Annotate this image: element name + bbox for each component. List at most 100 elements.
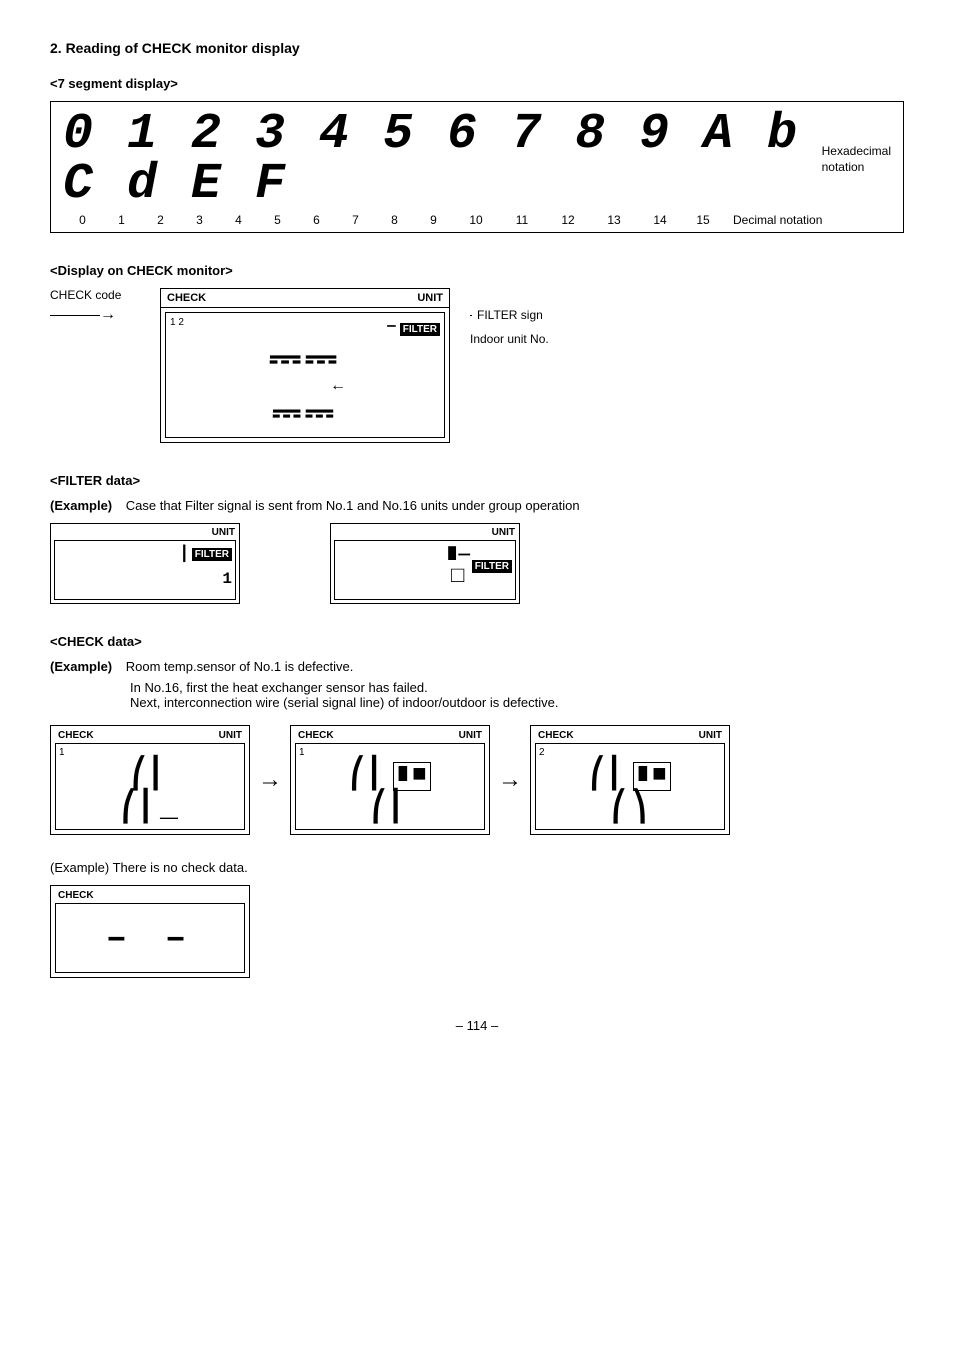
page-heading: 2. Reading of CHECK monitor display <box>50 40 904 56</box>
no-check-box: CHECK – – <box>50 885 250 978</box>
filter-box1-num: 1 <box>222 570 232 588</box>
filter-boxes-row: UNIT | FILTER 1 UNIT ∎⎯ <box>50 523 904 604</box>
dec-12: 12 <box>545 213 591 227</box>
dec-9: 9 <box>414 213 453 227</box>
check-box2-unit-label: UNIT <box>459 730 482 741</box>
no-check-inner: – – <box>55 903 245 973</box>
filter-box1-header: UNIT <box>53 526 237 539</box>
check-box3-unit-label: UNIT <box>699 730 722 741</box>
section4-title: <CHECK data> <box>50 634 904 649</box>
hex-notation-label: Hexadecimalnotation <box>822 144 891 175</box>
dec-4: 4 <box>219 213 258 227</box>
no-check-label-line: (Example) There is no check data. <box>50 860 904 875</box>
page-number: – 114 – <box>50 1018 904 1033</box>
check-box2-num: 1 <box>299 747 481 760</box>
dec-11: 11 <box>499 213 545 227</box>
arrow-2: → <box>498 766 522 794</box>
no-check-section: (Example) There is no check data. CHECK … <box>50 860 904 978</box>
check-box2-header: CHECK UNIT <box>294 729 486 742</box>
check-box2-upper: ⎛⎜ ∎■ <box>299 760 481 793</box>
dec-14: 14 <box>637 213 683 227</box>
check-box2-inner: 1 ⎛⎜ ∎■ ⎛⎜ <box>295 743 485 830</box>
decimal-row: 0 1 2 3 4 5 6 7 8 9 10 11 12 13 14 15 De… <box>63 213 891 227</box>
check-box-3: CHECK UNIT 2 ⎛⎜ ∎■ ⎛⎞ <box>530 725 730 835</box>
dec-1: 1 <box>102 213 141 227</box>
filter-box2-header: UNIT <box>333 526 517 539</box>
filter-example-line: (Example) Case that Filter signal is sen… <box>50 498 904 513</box>
filter-box2-filter-line: ∎⎯ □ FILTER <box>445 544 512 588</box>
filter-box-2: UNIT ∎⎯ □ FILTER <box>330 523 520 604</box>
indoor-unit-no-line: Indoor unit No. <box>470 332 549 346</box>
check-box2-lower: ⎛⎜ <box>299 793 481 826</box>
check-box3-inner: 2 ⎛⎜ ∎■ ⎛⎞ <box>535 743 725 830</box>
dec-8: 8 <box>375 213 414 227</box>
check-example-header: (Example) Room temp.sensor of No.1 is de… <box>50 659 904 674</box>
section1-title: <7 segment display> <box>50 76 904 91</box>
monitor-sub-num: 1 2 <box>170 317 184 328</box>
segment-row: 0 1 2 3 4 5 6 7 8 9 A b C d E F Hexadeci… <box>63 110 891 210</box>
filter-box1-filter-line: | FILTER <box>179 544 232 564</box>
filter-box1-unit-label: UNIT <box>212 527 235 538</box>
dec-3: 3 <box>180 213 219 227</box>
dec-6: 6 <box>297 213 336 227</box>
filter-box2-badge: FILTER <box>472 560 512 573</box>
example-label-filter: (Example) <box>50 498 112 513</box>
filter-box2-inner: ∎⎯ □ FILTER <box>334 540 516 600</box>
check-box1-header: CHECK UNIT <box>54 729 246 742</box>
check-box2-check-label: CHECK <box>298 730 334 741</box>
dec-7: 7 <box>336 213 375 227</box>
no-check-header: CHECK <box>54 889 246 902</box>
unit-arrow: ⁻ <box>386 317 397 342</box>
filter-sign-line: FILTER sign <box>470 308 549 322</box>
check-box-2: CHECK UNIT 1 ⎛⎜ ∎■ ⎛⎜ <box>290 725 490 835</box>
filter-example-text: Case that Filter signal is sent from No.… <box>126 498 580 513</box>
unit-label-header: UNIT <box>417 292 443 304</box>
filter-badge-area: ⁻ FILTER <box>386 317 440 342</box>
dec-0: 0 <box>63 213 102 227</box>
check-box-1: CHECK UNIT 1 ⎛⎜ ⎛⎜_ <box>50 725 250 835</box>
monitor-box: CHECK UNIT 1 2 ⁻ FILTER ⎓⎓ ← <box>160 288 450 443</box>
dec-5: 5 <box>258 213 297 227</box>
monitor-inner-box: 1 2 ⁻ FILTER ⎓⎓ ← ⎓⎓ <box>165 312 445 438</box>
check-example-text3: Next, interconnection wire (serial signa… <box>130 695 904 710</box>
arrow-1: → <box>258 766 282 794</box>
dec-2: 2 <box>141 213 180 227</box>
filter-box1-unit-num: 1 <box>222 564 232 591</box>
check-box3-check-label: CHECK <box>538 730 574 741</box>
decimal-notation-label: Decimal notation <box>733 213 822 227</box>
dash-display: – – <box>106 918 195 959</box>
check-box1-inner: 1 ⎛⎜ ⎛⎜_ <box>55 743 245 830</box>
filter-box2-unit-label: UNIT <box>492 527 515 538</box>
monitor-outer-header: CHECK UNIT <box>161 289 449 308</box>
upper-seg-display: ⎓⎓ <box>170 342 440 382</box>
check-box3-upper: ⎛⎜ ∎■ <box>539 760 721 793</box>
check-box1-lower: ⎛⎜_ <box>59 793 241 826</box>
check-box1-check-label: CHECK <box>58 730 94 741</box>
monitor-display-area: CHECK code → CHECK UNIT 1 2 ⁻ FILTER <box>50 288 904 443</box>
check-box3-lower: ⎛⎞ <box>539 793 721 826</box>
no-check-label: (Example) There is no check data. <box>50 860 248 875</box>
check-box3-header: CHECK UNIT <box>534 729 726 742</box>
monitor-labels: FILTER sign Indoor unit No. <box>470 288 549 346</box>
lower-seg-display: ⎓⎓ <box>170 397 440 433</box>
filter-box1-badge: FILTER <box>192 548 232 561</box>
filter-box1-inner: | FILTER 1 <box>54 540 236 600</box>
segment-display-container: 0 1 2 3 4 5 6 7 8 9 A b C d E F Hexadeci… <box>50 101 904 233</box>
filter-badge: FILTER <box>400 323 440 336</box>
check-box1-upper: ⎛⎜ <box>59 760 241 793</box>
filter-box2-seg: ∎⎯ □ <box>445 544 469 588</box>
check-example-text2: In No.16, first the heat exchanger senso… <box>130 680 904 695</box>
section2-title: <Display on CHECK monitor> <box>50 263 904 278</box>
check-example-text1: Room temp.sensor of No.1 is defective. <box>126 659 354 674</box>
segment-chars: 0 1 2 3 4 5 6 7 8 9 A b C d E F <box>63 110 802 210</box>
filter-sign-label: FILTER sign <box>477 308 543 322</box>
dec-10: 10 <box>453 213 499 227</box>
check-box1-unit-label: UNIT <box>219 730 242 741</box>
check-code-label: CHECK code <box>50 288 140 302</box>
indoor-unit-arrow: ← <box>330 377 440 395</box>
dec-15: 15 <box>683 213 723 227</box>
check-boxes-row: CHECK UNIT 1 ⎛⎜ ⎛⎜_ → CHECK UNIT 1 <box>50 725 904 835</box>
example-label-check: (Example) <box>50 659 112 674</box>
check-box3-num: 2 <box>539 747 721 760</box>
check-label-header: CHECK <box>167 292 206 304</box>
